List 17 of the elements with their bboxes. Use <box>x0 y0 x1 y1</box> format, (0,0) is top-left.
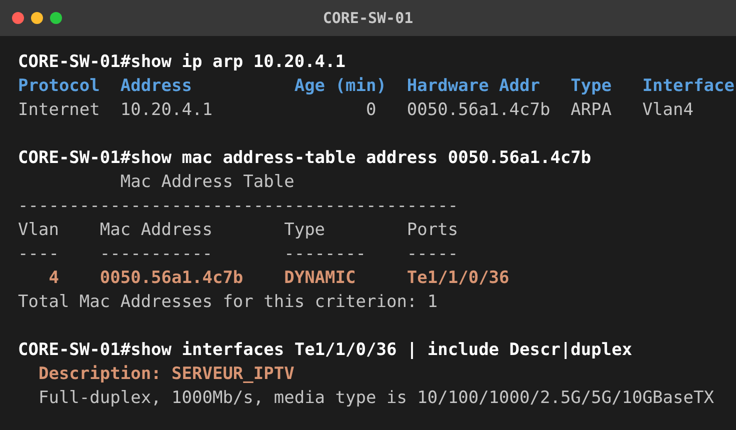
command-line: CORE-SW-01#show mac address-table address 0050.56a1.4c7b <box>18 147 592 170</box>
column-header-line: Protocol Address Age (min) Hardware Addr Type Interface <box>18 75 734 98</box>
output-line: Vlan Mac Address Type Ports <box>18 219 458 242</box>
output-line: Full-duplex, 1000Mb/s, media type is 10/100/1000/2.5G/5G/10GBaseTX <box>37 387 714 410</box>
command-line: CORE-SW-01#show interfaces Te1/1/0/36 | include Descr|duplex <box>18 339 632 362</box>
output-line: Total Mac Addresses for this criterion: 1 <box>18 291 438 314</box>
window-title: CORE-SW-01 <box>322 8 414 29</box>
output-line: Internet 10.20.4.1 0 0050.56a1.4c7b ARPA Vlan4 <box>18 99 694 122</box>
output-line: ------------------------------------------- <box>18 195 458 218</box>
command-line: CORE-SW-01#show ip arp 10.20.4.1 <box>18 51 346 74</box>
highlighted-output-line: Description: SERVEUR_IPTV <box>37 363 294 386</box>
highlighted-output-line: 4 0050.56a1.4c7b DYNAMIC Te1/1/0/36 <box>48 267 510 290</box>
minimize-button[interactable] <box>31 12 43 24</box>
output-line: ---- ----------- -------- ----- <box>18 243 458 266</box>
output-line: Mac Address Table <box>119 171 294 194</box>
close-button[interactable] <box>12 12 24 24</box>
zoom-button[interactable] <box>50 12 62 24</box>
